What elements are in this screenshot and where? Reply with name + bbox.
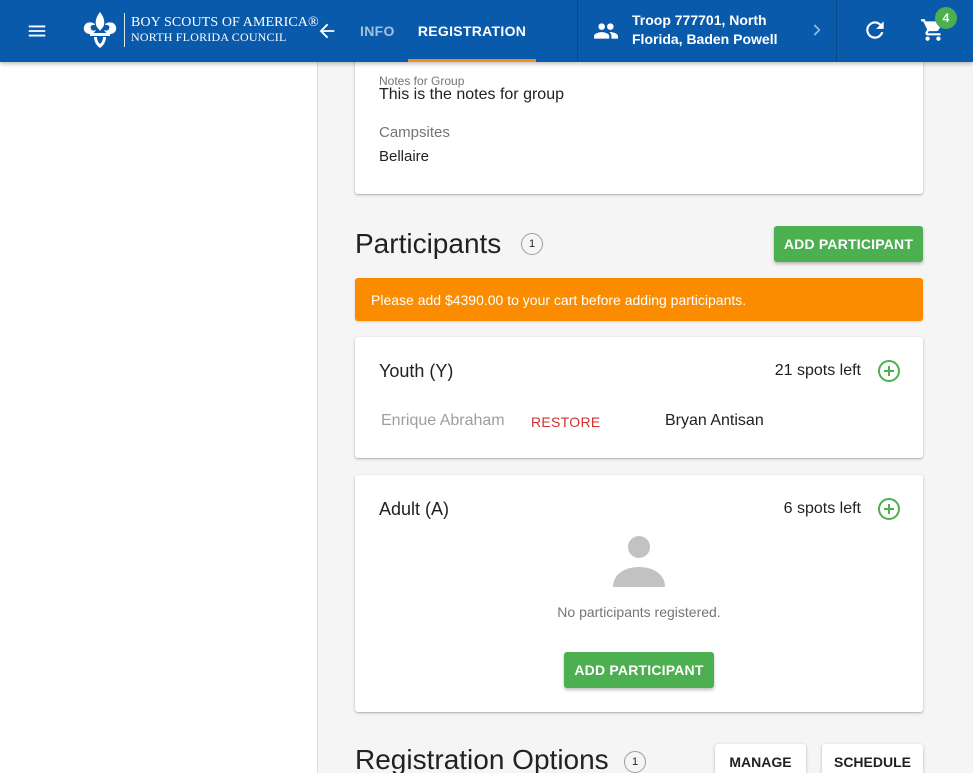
- chevron-right-icon: [813, 24, 821, 36]
- troop-selector[interactable]: Troop 777701, North Florida, Baden Powel…: [578, 0, 836, 62]
- fleur-de-lis-icon: [83, 12, 117, 48]
- restore-button[interactable]: RESTORE: [531, 414, 601, 430]
- group-notes-card: Notes for Group This is the notes for gr…: [355, 62, 923, 194]
- campsites-label: Campsites: [379, 124, 450, 141]
- app-bar: BOY SCOUTS OF AMERICA® NORTH FLORIDA COU…: [0, 0, 973, 62]
- adult-title: Adult (A): [379, 499, 450, 519]
- registration-options-title: Registration Options: [355, 744, 609, 773]
- add-youth-icon[interactable]: [877, 359, 901, 383]
- participants-count-badge: 1: [521, 233, 543, 255]
- tab-info[interactable]: INFO: [360, 0, 395, 62]
- add-participant-button[interactable]: ADD PARTICIPANT: [774, 226, 923, 262]
- cart-warning-alert: Please add $4390.00 to your cart before …: [355, 278, 923, 321]
- removed-participant-name: Enrique Abraham: [381, 412, 505, 429]
- add-adult-icon[interactable]: [877, 497, 901, 521]
- back-arrow-icon[interactable]: [312, 17, 342, 45]
- adult-group-card: Adult (A) 6 spots left No participants r…: [355, 475, 923, 712]
- notes-value: This is the notes for group: [379, 86, 564, 103]
- participants-title: Participants: [355, 228, 502, 259]
- schedule-button[interactable]: SCHEDULE: [822, 744, 923, 773]
- logo-org-name: BOY SCOUTS OF AMERICA®: [131, 15, 319, 31]
- troop-line-1: Troop 777701, North: [632, 12, 767, 28]
- person-icon: [613, 536, 665, 587]
- cart-count-badge: 4: [935, 7, 957, 29]
- divider: [836, 0, 837, 62]
- main-content: Notes for Group This is the notes for gr…: [319, 62, 973, 773]
- active-tab-indicator: [408, 59, 536, 62]
- logo-council-name: NORTH FLORIDA COUNCIL: [131, 30, 287, 45]
- youth-spots-left: 21 spots left: [774, 362, 861, 379]
- troop-line-2: Florida, Baden Powell: [632, 31, 778, 47]
- troop-name: Troop 777701, North Florida, Baden Powel…: [632, 11, 792, 49]
- empty-participants-text: No participants registered.: [557, 604, 721, 620]
- youth-group-card: Youth (Y) 21 spots left Enrique Abraham …: [355, 337, 923, 458]
- tab-registration[interactable]: REGISTRATION: [408, 0, 536, 62]
- council-logo[interactable]: BOY SCOUTS OF AMERICA® NORTH FLORIDA COU…: [82, 10, 319, 50]
- participant-name[interactable]: Bryan Antisan: [665, 412, 764, 430]
- campsites-value: Bellaire: [379, 148, 430, 165]
- refresh-icon[interactable]: [862, 17, 888, 43]
- logo-divider: [124, 13, 125, 47]
- adult-spots-left: 6 spots left: [783, 500, 861, 517]
- manage-button[interactable]: MANAGE: [715, 744, 806, 773]
- registration-options-count-badge: 1: [624, 751, 646, 773]
- side-panel: [0, 62, 318, 773]
- add-adult-participant-button[interactable]: ADD PARTICIPANT: [564, 652, 714, 688]
- logo-text: BOY SCOUTS OF AMERICA® NORTH FLORIDA COU…: [131, 16, 319, 43]
- menu-icon[interactable]: [22, 17, 52, 45]
- youth-title: Youth (Y): [379, 361, 454, 381]
- people-icon: [594, 23, 618, 39]
